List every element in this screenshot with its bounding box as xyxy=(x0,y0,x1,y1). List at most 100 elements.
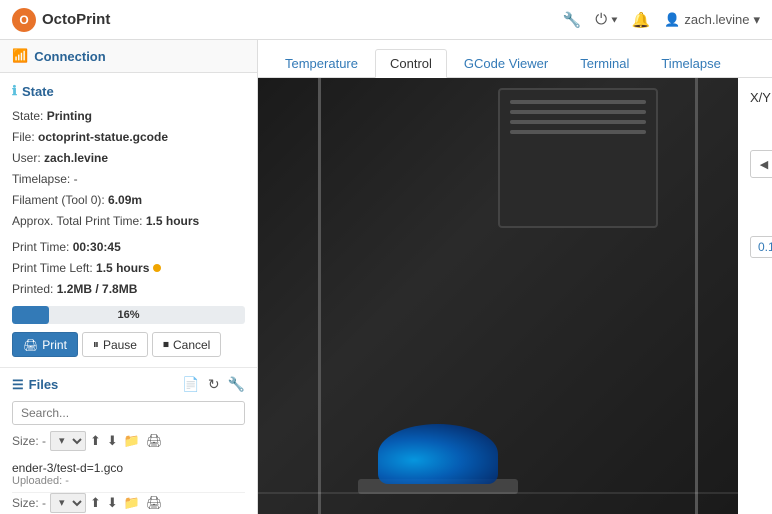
upload-icons: ⬆ ⬇ 📁 🖨 xyxy=(90,433,163,449)
power-icon[interactable]: ⏻ ▾ xyxy=(595,11,617,28)
folder-icon-2[interactable]: 📁 xyxy=(124,495,140,511)
total-time-label: Approx. Total Print Time: xyxy=(12,214,143,228)
timelapse-label: Timelapse: xyxy=(12,172,70,186)
time-left-value: 1.5 hours xyxy=(96,261,149,275)
tab-timelapse[interactable]: Timelapse xyxy=(646,49,735,78)
camera-view xyxy=(258,78,738,514)
tab-gcode-viewer[interactable]: GCode Viewer xyxy=(449,49,563,78)
xy-empty-tl xyxy=(750,119,772,147)
xy-grid: ▲ ◀ ⌂ ▶ ▼ xyxy=(750,119,772,209)
files-section: ☰ Files 📄 ↻ 🔧 Size: - ▾ ⬆ ⬇ 📁 🖨 xyxy=(0,368,257,514)
bar-chart-icon: 📶 xyxy=(12,48,28,64)
search-input[interactable] xyxy=(12,401,245,425)
tab-temperature[interactable]: Temperature xyxy=(270,49,373,78)
print-object xyxy=(378,424,498,484)
cancel-button[interactable]: ⏹ Cancel xyxy=(152,332,221,357)
file-item[interactable]: ender-3/test-d=1.gco Uploaded: - xyxy=(12,456,245,493)
print-file-icon[interactable]: 🖨 xyxy=(146,433,163,449)
step-01-button[interactable]: 0.1 xyxy=(750,236,772,258)
folder-icon[interactable]: 📁 xyxy=(124,433,140,449)
state-value: Printing xyxy=(47,109,92,123)
timelapse-value: - xyxy=(74,172,78,186)
file-meta-1: Uploaded: - xyxy=(12,475,245,487)
size-label-2: Size: - xyxy=(12,496,46,510)
upload-icons-2: ⬆ ⬇ 📁 🖨 xyxy=(90,495,163,511)
print-time-label: Print Time: xyxy=(12,240,69,254)
navbar: O OctoPrint 🔧 ⏻ ▾ 🔔 👤 zach.levine ▾ xyxy=(0,0,772,40)
printed-row: Printed: 1.2MB / 7.8MB xyxy=(12,280,245,298)
file-row: File: octoprint-statue.gcode xyxy=(12,128,245,146)
download-icon[interactable]: ⬇ xyxy=(107,433,118,449)
user-dropdown-icon: ▾ xyxy=(753,12,760,28)
print-button[interactable]: 🖨 Print xyxy=(12,332,78,357)
tabs: Temperature Control GCode Viewer Termina… xyxy=(258,40,772,78)
connection-section[interactable]: 📶 Connection xyxy=(0,40,257,73)
printed-label: Printed: xyxy=(12,282,53,296)
size-filter-select[interactable]: ▾ xyxy=(50,431,86,451)
print-time-section: Print Time: 00:30:45 Print Time Left: 1.… xyxy=(12,238,245,298)
time-left-row: Print Time Left: 1.5 hours xyxy=(12,259,245,277)
username: zach.levine xyxy=(684,12,749,27)
total-time-value: 1.5 hours xyxy=(146,214,199,228)
filament-label: Filament (Tool 0): xyxy=(12,193,105,207)
print-file-icon-2[interactable]: 🖨 xyxy=(146,495,163,511)
pause-button[interactable]: ⏸ Pause xyxy=(82,332,148,357)
user-icon: 👤 xyxy=(664,12,680,28)
app-name: OctoPrint xyxy=(42,11,110,28)
info-icon: ℹ xyxy=(12,83,17,99)
filament-row: Filament (Tool 0): 6.09m xyxy=(12,191,245,209)
user-row: User: zach.levine xyxy=(12,149,245,167)
upload-icon[interactable]: ⬆ xyxy=(90,433,101,449)
total-time-row: Approx. Total Print Time: 1.5 hours xyxy=(12,212,245,230)
logo-icon: O xyxy=(12,8,36,32)
controls-panel: X/Y Z Tool (E) General ▲ ◀ ⌂ xyxy=(738,78,772,514)
printer-machine xyxy=(498,88,658,228)
print-icon: 🖨 xyxy=(23,338,38,352)
files-header: ☰ Files 📄 ↻ 🔧 xyxy=(12,376,245,393)
sidebar: 📶 Connection ℹ State State: Printing Fil… xyxy=(0,40,258,514)
size-label: Size: - xyxy=(12,434,46,448)
xy-left-button[interactable]: ◀ xyxy=(750,150,772,178)
size-filter-row-2: Size: - ▾ ⬆ ⬇ 📁 🖨 xyxy=(12,493,245,513)
refresh-icon[interactable]: ↻ xyxy=(208,376,220,393)
files-header-icons: 📄 ↻ 🔧 xyxy=(182,376,245,393)
main-layout: 📶 Connection ℹ State State: Printing Fil… xyxy=(0,40,772,514)
file-name-1: ender-3/test-d=1.gco xyxy=(12,461,245,475)
state-value-row: State: Printing xyxy=(12,107,245,125)
files-label: Files xyxy=(29,377,59,392)
user-menu[interactable]: 👤 zach.levine ▾ xyxy=(664,12,760,28)
wrench-files-icon[interactable]: 🔧 xyxy=(228,376,245,393)
timelapse-row: Timelapse: - xyxy=(12,170,245,188)
files-header-left: ☰ Files xyxy=(12,377,58,393)
connection-label: Connection xyxy=(34,49,106,64)
xy-empty-bl xyxy=(750,181,772,209)
size-filter-select-2[interactable]: ▾ xyxy=(50,493,86,513)
user-label: User: xyxy=(12,151,41,165)
list-icon: ☰ xyxy=(12,377,24,393)
progress-text: 16% xyxy=(12,309,245,321)
upload-icon-2[interactable]: ⬆ xyxy=(90,495,101,511)
pause-icon: ⏸ xyxy=(93,337,99,352)
tab-terminal[interactable]: Terminal xyxy=(565,49,644,78)
camera-feed xyxy=(258,78,738,514)
bell-icon[interactable]: 🔔 xyxy=(632,11,651,29)
content-area: Temperature Control GCode Viewer Termina… xyxy=(258,40,772,514)
file-icon[interactable]: 📄 xyxy=(182,376,199,393)
xy-controls: ▲ ◀ ⌂ ▶ ▼ xyxy=(750,119,772,228)
rod-left xyxy=(318,78,321,514)
filament-value: 6.09m xyxy=(108,193,142,207)
progress-bar-container: 16% xyxy=(12,306,245,324)
state-label: State xyxy=(22,84,54,99)
tab-control[interactable]: Control xyxy=(375,49,447,78)
content-body: X/Y Z Tool (E) General ▲ ◀ ⌂ xyxy=(258,78,772,514)
rod-right xyxy=(695,78,698,514)
status-dot xyxy=(153,264,161,272)
time-left-label: Print Time Left: xyxy=(12,261,93,275)
download-icon-2[interactable]: ⬇ xyxy=(107,495,118,511)
wrench-icon[interactable]: 🔧 xyxy=(563,11,582,29)
print-time-row: Print Time: 00:30:45 xyxy=(12,238,245,256)
brand: O OctoPrint xyxy=(12,8,110,32)
controls-grid: X/Y Z Tool (E) General ▲ ◀ ⌂ xyxy=(750,90,760,228)
print-buttons: 🖨 Print ⏸ Pause ⏹ Cancel xyxy=(12,332,245,357)
navbar-right: 🔧 ⏻ ▾ 🔔 👤 zach.levine ▾ xyxy=(563,11,760,29)
